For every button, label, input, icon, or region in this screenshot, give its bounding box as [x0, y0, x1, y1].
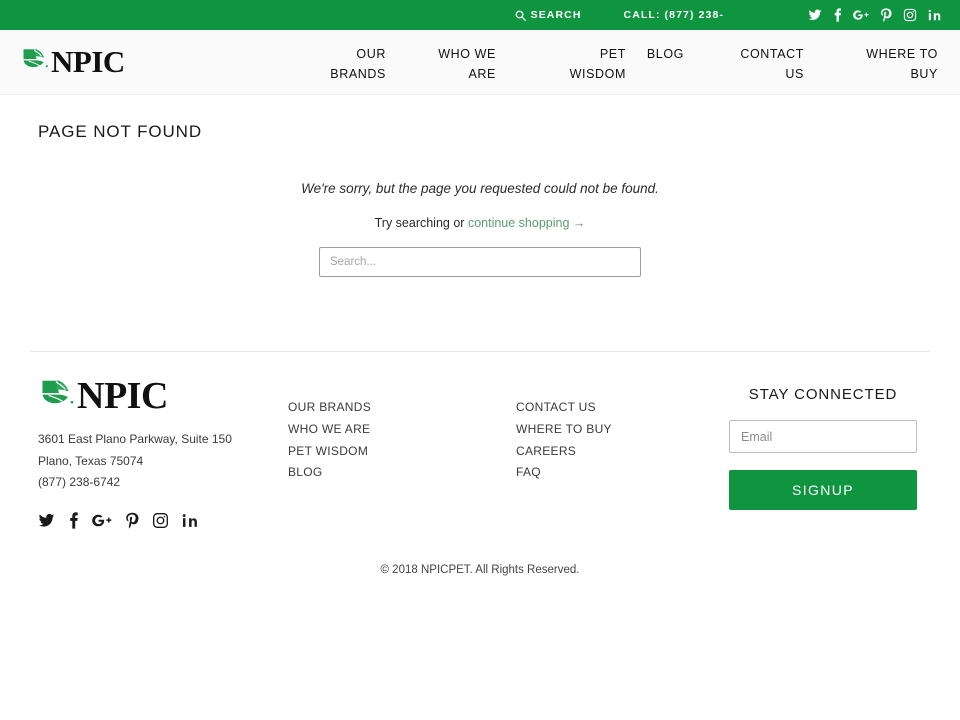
footer-link-contact-us[interactable]: CONTACT US: [516, 397, 706, 419]
top-call-link[interactable]: CALL: (877) 238-: [624, 9, 724, 21]
footer-link-pet-wisdom[interactable]: PET WISDOM: [288, 441, 516, 463]
continue-shopping-link[interactable]: continue shopping →: [468, 216, 585, 230]
linkedin-icon[interactable]: [928, 8, 942, 22]
nav-item-where-to-buy[interactable]: WHERE TO BUY: [860, 44, 938, 84]
main-navigation: OUR BRANDS WHO WE ARE PET WISDOM BLOG CO…: [125, 30, 940, 84]
top-social-list: [808, 7, 942, 23]
instagram-icon[interactable]: [903, 8, 917, 22]
top-utility-bar: SEARCH CALL: (877) 238-: [0, 0, 960, 30]
footer-brand-column: NPIC 3601 East Plano Parkway, Suite 150 …: [20, 374, 288, 530]
footer-link-faq[interactable]: FAQ: [516, 462, 706, 484]
top-search-label: SEARCH: [530, 9, 582, 21]
address-line-2: Plano, Texas 75074: [38, 453, 144, 468]
footer-phone[interactable]: (877) 238-6742: [38, 472, 288, 494]
signup-button[interactable]: SIGNUP: [729, 470, 917, 510]
copyright-text: © 2018 NPICPET. All Rights Reserved.: [380, 563, 580, 576]
nav-item-contact-us[interactable]: CONTACT US: [736, 44, 804, 84]
search-form: [20, 247, 940, 277]
footer-link-where-to-buy[interactable]: WHERE TO BUY: [516, 419, 706, 441]
search-icon: [515, 10, 526, 21]
error-message: We're sorry, but the page you requested …: [301, 181, 659, 196]
footer-social-list: [38, 512, 288, 530]
twitter-icon[interactable]: [38, 512, 55, 529]
nav-item-blog[interactable]: BLOG: [638, 44, 684, 64]
page-title: PAGE NOT FOUND: [38, 122, 203, 141]
top-utility-bar-inner: SEARCH CALL: (877) 238-: [0, 7, 942, 23]
instagram-icon[interactable]: [152, 512, 169, 529]
footer-address: 3601 East Plano Parkway, Suite 150 Plano…: [38, 429, 288, 494]
footer-logo[interactable]: NPIC: [38, 374, 288, 417]
nav-item-pet-wisdom[interactable]: PET WISDOM: [556, 44, 626, 84]
header-logo-text: NPIC: [51, 44, 125, 79]
top-search-button[interactable]: SEARCH: [515, 9, 582, 21]
facebook-icon[interactable]: [68, 512, 79, 529]
stay-connected-title: STAY CONNECTED: [748, 386, 898, 403]
search-input[interactable]: [319, 247, 641, 277]
google-plus-icon[interactable]: [92, 512, 112, 529]
leaf-icon: [38, 374, 76, 417]
site-footer: NPIC 3601 East Plano Parkway, Suite 150 …: [0, 352, 960, 530]
google-plus-icon[interactable]: [853, 8, 869, 22]
address-line-1: 3601 East Plano Parkway, Suite 150: [38, 432, 232, 446]
leaf-icon: [20, 44, 50, 79]
nav-item-our-brands[interactable]: OUR BRANDS: [328, 44, 386, 84]
newsletter-signup: STAY CONNECTED SIGNUP: [706, 374, 940, 510]
footer-link-blog[interactable]: BLOG: [288, 462, 516, 484]
try-searching-prefix: Try searching or: [374, 216, 468, 230]
footer-logo-text: NPIC: [77, 374, 168, 417]
footer-links-column-2: CONTACT US WHERE TO BUY CAREERS FAQ: [516, 374, 706, 484]
site-header: NPIC OUR BRANDS WHO WE ARE PET WISDOM BL…: [0, 30, 960, 95]
pinterest-icon[interactable]: [880, 7, 892, 23]
footer-link-who-we-are[interactable]: WHO WE ARE: [288, 419, 516, 441]
header-logo[interactable]: NPIC: [20, 44, 125, 79]
main-content: PAGE NOT FOUND We're sorry, but the page…: [0, 95, 960, 351]
twitter-icon[interactable]: [808, 8, 822, 22]
footer-links-column-1: OUR BRANDS WHO WE ARE PET WISDOM BLOG: [288, 374, 516, 484]
email-field[interactable]: [729, 420, 917, 453]
linkedin-icon[interactable]: [182, 512, 199, 529]
pinterest-icon[interactable]: [125, 512, 139, 530]
footer-link-careers[interactable]: CAREERS: [516, 441, 706, 463]
facebook-icon[interactable]: [833, 8, 842, 22]
nav-item-who-we-are[interactable]: WHO WE ARE: [428, 44, 496, 84]
footer-link-our-brands[interactable]: OUR BRANDS: [288, 397, 516, 419]
try-searching-line: Try searching or continue shopping →: [20, 216, 940, 230]
